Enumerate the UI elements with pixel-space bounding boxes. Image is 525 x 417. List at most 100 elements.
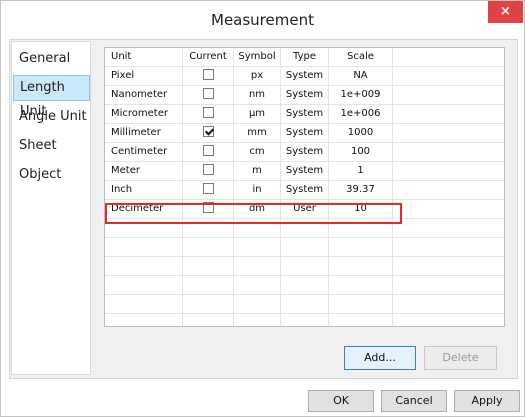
empty-row bbox=[105, 295, 504, 314]
symbol-cell: dm bbox=[234, 200, 281, 219]
unit-cell bbox=[105, 295, 183, 314]
symbol-cell bbox=[234, 295, 281, 314]
filler-cell bbox=[393, 67, 504, 86]
table-row[interactable]: Pixel px System NA bbox=[105, 67, 504, 86]
unit-cell: Pixel bbox=[105, 67, 183, 86]
filler-cell bbox=[393, 124, 504, 143]
unchecked-checkbox[interactable] bbox=[202, 163, 214, 175]
column-header-scale[interactable]: Scale bbox=[329, 48, 393, 67]
nav-item-general[interactable]: General bbox=[13, 46, 90, 72]
type-cell: System bbox=[281, 143, 329, 162]
type-cell: System bbox=[281, 181, 329, 200]
scale-cell bbox=[329, 314, 393, 326]
current-cell bbox=[183, 276, 234, 295]
empty-row bbox=[105, 238, 504, 257]
type-cell: System bbox=[281, 67, 329, 86]
table-row[interactable]: Micrometer µm System 1e+006 bbox=[105, 105, 504, 124]
column-header-type[interactable]: Type bbox=[281, 48, 329, 67]
symbol-cell: m bbox=[234, 162, 281, 181]
column-header-unit[interactable]: Unit bbox=[105, 48, 183, 67]
nav-item-sheet[interactable]: Sheet bbox=[13, 133, 90, 159]
unit-cell: Meter bbox=[105, 162, 183, 181]
unit-cell: Micrometer bbox=[105, 105, 183, 124]
table-header: Unit Current Symbol Type Scale bbox=[105, 48, 504, 67]
filler-cell bbox=[393, 276, 504, 295]
table-row[interactable]: Inch in System 39.37 bbox=[105, 181, 504, 200]
column-header-symbol[interactable]: Symbol bbox=[234, 48, 281, 67]
dialog-title: Measurement bbox=[211, 11, 314, 29]
current-cell bbox=[183, 67, 234, 86]
nav-item-length-unit[interactable]: Length Unit bbox=[13, 75, 90, 119]
current-cell bbox=[183, 295, 234, 314]
symbol-cell bbox=[234, 238, 281, 257]
current-cell bbox=[183, 257, 234, 276]
symbol-cell bbox=[234, 219, 281, 238]
filler-cell bbox=[393, 105, 504, 124]
filler-cell bbox=[393, 295, 504, 314]
type-cell: System bbox=[281, 105, 329, 124]
type-cell: System bbox=[281, 162, 329, 181]
table-row[interactable]: Decimeter dm User 10 bbox=[105, 200, 504, 219]
symbol-cell bbox=[234, 276, 281, 295]
type-cell: User bbox=[281, 200, 329, 219]
delete-button[interactable]: Delete bbox=[424, 346, 497, 370]
unchecked-checkbox[interactable] bbox=[202, 201, 214, 213]
filler-cell bbox=[393, 162, 504, 181]
filler-cell bbox=[393, 219, 504, 238]
scale-cell bbox=[329, 276, 393, 295]
type-cell bbox=[281, 314, 329, 326]
filler-cell bbox=[393, 181, 504, 200]
close-button[interactable]: × bbox=[488, 1, 523, 23]
current-cell bbox=[183, 143, 234, 162]
current-cell bbox=[183, 219, 234, 238]
table-row[interactable]: Meter m System 1 bbox=[105, 162, 504, 181]
unit-table: Unit Current Symbol Type Scale Pixel px Sy… bbox=[104, 47, 505, 327]
symbol-cell: px bbox=[234, 67, 281, 86]
symbol-cell: cm bbox=[234, 143, 281, 162]
title-bar: Measurement × bbox=[1, 1, 524, 39]
symbol-cell: nm bbox=[234, 86, 281, 105]
filler-cell bbox=[393, 200, 504, 219]
table-row[interactable]: Nanometer nm System 1e+009 bbox=[105, 86, 504, 105]
unchecked-checkbox[interactable] bbox=[202, 182, 214, 194]
unit-cell: Millimeter bbox=[105, 124, 183, 143]
unchecked-checkbox[interactable] bbox=[202, 144, 214, 156]
unit-cell: Inch bbox=[105, 181, 183, 200]
nav-item-object[interactable]: Object bbox=[13, 162, 90, 188]
category-list: General Length Unit Angle Unit Sheet Obj… bbox=[11, 41, 91, 375]
current-cell bbox=[183, 162, 234, 181]
column-header-current[interactable]: Current bbox=[183, 48, 234, 67]
unit-cell bbox=[105, 276, 183, 295]
scale-cell bbox=[329, 219, 393, 238]
cancel-button[interactable]: Cancel bbox=[381, 390, 447, 412]
filler-cell bbox=[393, 86, 504, 105]
current-cell bbox=[183, 124, 234, 143]
symbol-cell: mm bbox=[234, 124, 281, 143]
scale-cell: 39.37 bbox=[329, 181, 393, 200]
measurement-dialog: Measurement × General Length Unit Angle … bbox=[0, 0, 525, 417]
current-cell bbox=[183, 181, 234, 200]
table-row[interactable]: Millimeter mm System 1000 bbox=[105, 124, 504, 143]
scale-cell: 100 bbox=[329, 143, 393, 162]
unit-cell bbox=[105, 257, 183, 276]
unchecked-checkbox[interactable] bbox=[202, 106, 214, 118]
current-cell bbox=[183, 86, 234, 105]
unit-cell bbox=[105, 314, 183, 326]
checked-checkbox[interactable] bbox=[202, 125, 214, 137]
unchecked-checkbox[interactable] bbox=[202, 68, 214, 80]
scale-cell: 1e+006 bbox=[329, 105, 393, 124]
unit-cell bbox=[105, 238, 183, 257]
scale-cell: NA bbox=[329, 67, 393, 86]
nav-item-angle-unit[interactable]: Angle Unit bbox=[13, 104, 90, 130]
unit-cell bbox=[105, 219, 183, 238]
add-button[interactable]: Add... bbox=[344, 346, 416, 370]
apply-button[interactable]: Apply bbox=[454, 390, 520, 412]
table-row[interactable]: Centimeter cm System 100 bbox=[105, 143, 504, 162]
scale-cell: 1000 bbox=[329, 124, 393, 143]
empty-row bbox=[105, 276, 504, 295]
unchecked-checkbox[interactable] bbox=[202, 87, 214, 99]
current-cell bbox=[183, 238, 234, 257]
filler-cell bbox=[393, 257, 504, 276]
type-cell bbox=[281, 295, 329, 314]
ok-button[interactable]: OK bbox=[308, 390, 374, 412]
